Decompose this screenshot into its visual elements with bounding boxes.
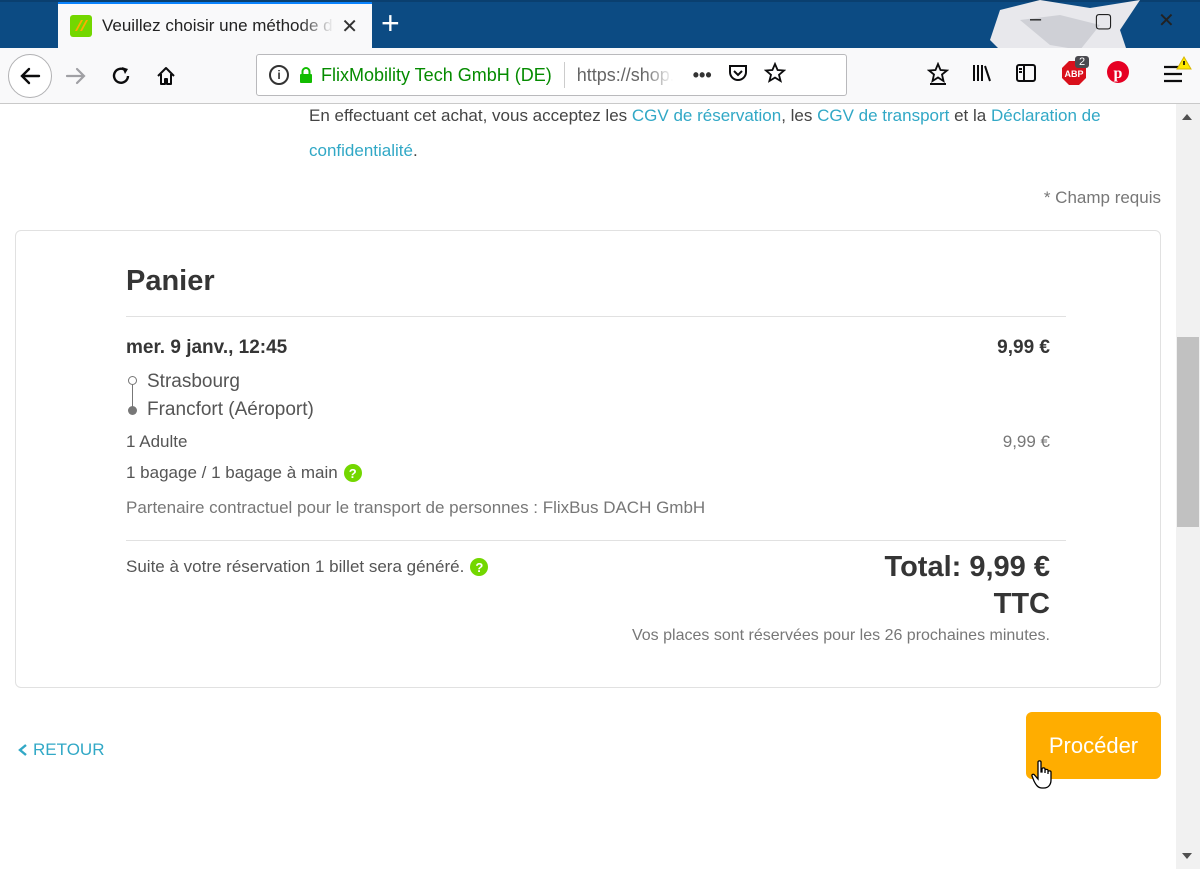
cgv-booking-link[interactable]: CGV de réservation: [632, 106, 781, 125]
svg-text:ABP: ABP: [1064, 69, 1083, 79]
baggage-help-icon[interactable]: ?: [343, 464, 362, 482]
back-icon: [20, 67, 41, 85]
trip-price: 9,99 €: [997, 337, 1050, 358]
terms-notice: En effectuant cet achat, vous acceptez l…: [309, 104, 1109, 168]
maximize-button[interactable]: ▢: [1094, 8, 1113, 33]
passenger-price: 9,99 €: [1002, 432, 1050, 451]
hand-cursor-icon: [1031, 760, 1052, 789]
reload-button[interactable]: [103, 58, 139, 94]
total-price: Total: 9,99 € TTC: [885, 549, 1050, 623]
minimize-button[interactable]: –: [1030, 8, 1041, 31]
warning-icon: [1176, 56, 1192, 75]
baggage-label: 1 bagage / 1 bagage à main: [126, 463, 338, 482]
adblock-badge: 2: [1075, 56, 1090, 68]
baggage-info: 1 bagage / 1 bagage à main ?: [126, 463, 362, 483]
terms-mid1: , les: [781, 106, 818, 125]
cart-divider-top: [126, 316, 1066, 317]
url-separator: [563, 62, 565, 88]
library-icon[interactable]: [971, 62, 993, 89]
navigation-toolbar: i FlixMobility Tech GmbH (DE) https://sh…: [0, 48, 1200, 104]
passenger-count: 1 Adulte: [126, 432, 188, 451]
reading-list-icon[interactable]: [926, 61, 950, 91]
ticket-help-icon[interactable]: ?: [470, 558, 489, 576]
terms-prefix: En effectuant cet achat, vous acceptez l…: [309, 106, 632, 125]
flixbus-favicon-icon: [70, 15, 92, 37]
terms-mid2: et la: [949, 106, 991, 125]
reload-icon: [112, 67, 130, 84]
scroll-down-arrow-icon[interactable]: [1182, 853, 1192, 859]
trip-date: mer. 9 janv., 12:45: [126, 337, 288, 358]
scrollbar-thumb[interactable]: [1177, 337, 1199, 527]
transport-partner: Partenaire contractuel pour le transport…: [126, 498, 706, 517]
url-text[interactable]: https://shop.flixbus.fr: [577, 65, 673, 86]
info-icon[interactable]: i: [269, 65, 289, 85]
pocket-icon[interactable]: [728, 63, 748, 88]
svg-text:p: p: [1114, 65, 1123, 82]
tab-close-icon[interactable]: ✕: [341, 14, 358, 39]
tab-title: Veuillez choisir une méthode de paiement: [102, 16, 334, 35]
lock-icon[interactable]: [299, 67, 313, 83]
forward-button[interactable]: [58, 58, 94, 94]
window-close-button[interactable]: ✕: [1158, 8, 1175, 33]
site-identity-label[interactable]: FlixMobility Tech GmbH (DE): [321, 65, 552, 86]
sidebar-icon[interactable]: [1015, 62, 1037, 89]
reservation-timer-note: Vos places sont réservées pour les 26 pr…: [631, 627, 1050, 644]
page-content: En effectuant cet achat, vous acceptez l…: [0, 104, 1176, 869]
pinterest-icon[interactable]: p: [1106, 60, 1130, 89]
cgv-transport-link[interactable]: CGV de transport: [817, 106, 949, 125]
home-icon: [157, 67, 175, 85]
total-tax-label: TTC: [993, 588, 1050, 620]
forward-icon: [65, 67, 86, 85]
scroll-up-arrow-icon[interactable]: [1182, 114, 1192, 120]
required-field-note: * Champ requis: [1043, 188, 1161, 207]
departure-dot-icon: [128, 376, 137, 385]
vertical-scrollbar[interactable]: [1176, 104, 1200, 869]
cart-title: Panier: [126, 265, 215, 297]
active-tab[interactable]: Veuillez choisir une méthode de paiement…: [58, 2, 372, 48]
ticket-note-label: Suite à votre réservation 1 billet sera …: [126, 557, 465, 576]
cart-panel: Panier mer. 9 janv., 12:45 9,99 € Strasb…: [15, 230, 1161, 688]
page-actions-icon[interactable]: •••: [693, 65, 712, 86]
ticket-note: Suite à votre réservation 1 billet sera …: [126, 557, 489, 577]
arrival-dot-icon: [128, 406, 137, 415]
terms-suffix: .: [412, 141, 418, 160]
chevron-left-icon: [18, 744, 27, 756]
back-link-label: RETOUR: [33, 740, 105, 759]
cart-divider-bottom: [126, 540, 1066, 541]
total-amount: Total: 9,99 €: [884, 551, 1050, 583]
tab-bar: Veuillez choisir une méthode de paiement…: [0, 0, 1200, 100]
arrival-stop: Francfort (Aéroport): [147, 399, 314, 420]
home-button[interactable]: [148, 58, 184, 94]
departure-stop: Strasbourg: [147, 371, 240, 392]
url-bar[interactable]: i FlixMobility Tech GmbH (DE) https://sh…: [256, 54, 847, 96]
bookmark-star-icon[interactable]: [763, 61, 786, 89]
new-tab-button[interactable]: +: [381, 6, 400, 40]
back-button[interactable]: [8, 54, 52, 98]
adblock-icon[interactable]: ABP 2: [1061, 56, 1090, 91]
back-link[interactable]: RETOUR: [17, 740, 104, 760]
